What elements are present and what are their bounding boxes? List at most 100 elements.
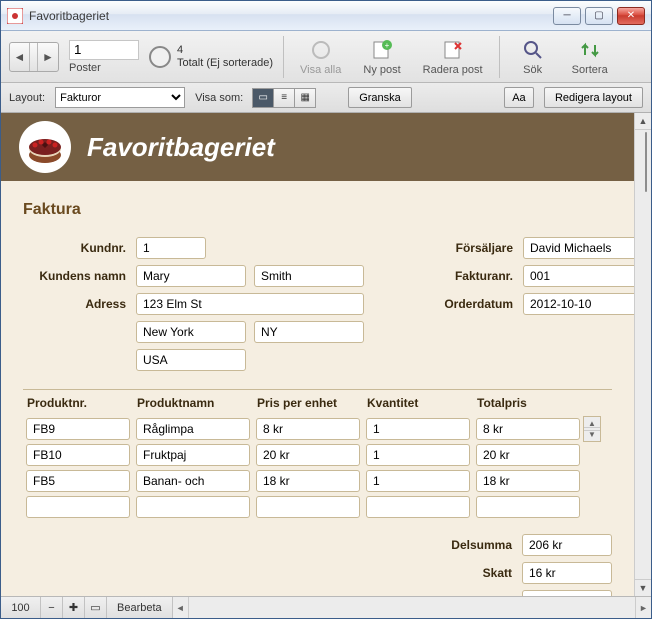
layout-bar: Layout: Fakturor Visa som: ▭ ≡ ▦ Granska…: [1, 83, 651, 113]
delete-record-icon: [441, 38, 465, 62]
delsumma-field[interactable]: [522, 534, 612, 556]
col-produktnr: Produktnr.: [23, 396, 133, 410]
delete-record-button[interactable]: Radera post: [417, 36, 489, 78]
cell-namn[interactable]: Råglimpa: [136, 418, 250, 440]
delsumma-label: Delsumma: [422, 538, 512, 552]
main-toolbar: ◄ ► Poster 4 Totalt (Ej sorterade) Visa …: [1, 31, 651, 83]
table-row: FB5 Banan- och 18 kr 1 18 kr: [23, 468, 612, 494]
fakturanr-label: Fakturanr.: [420, 269, 515, 283]
zoom-value[interactable]: 100: [1, 597, 41, 618]
forsaljare-field[interactable]: [523, 237, 634, 259]
forsaljare-label: Försäljare: [420, 241, 515, 255]
view-form-button[interactable]: ▭: [252, 88, 274, 108]
cell-kv[interactable]: [366, 496, 470, 518]
cell-pris[interactable]: 18 kr: [256, 470, 360, 492]
record-input[interactable]: [69, 40, 139, 60]
col-pris: Pris per enhet: [253, 396, 363, 410]
skatt-field[interactable]: [522, 562, 612, 584]
cell-nr[interactable]: FB10: [26, 444, 130, 466]
poster-label: Poster: [69, 62, 101, 74]
toolbar-separator: [283, 36, 284, 78]
state-field[interactable]: [254, 321, 364, 343]
record-nav: ◄ ►: [9, 42, 59, 72]
search-button[interactable]: Sök: [510, 36, 556, 78]
col-kvantitet: Kvantitet: [363, 396, 473, 410]
city-field[interactable]: [136, 321, 246, 343]
hscroll-left-icon[interactable]: ◄: [173, 597, 189, 618]
aa-button[interactable]: Aa: [504, 87, 534, 108]
kundens-namn-label: Kundens namn: [23, 269, 128, 283]
content-area: Favoritbageriet Faktura Kundnr. Försälja…: [1, 113, 651, 596]
cell-tot[interactable]: 18 kr: [476, 470, 580, 492]
cell-tot[interactable]: [476, 496, 580, 518]
record-total: 4 Totalt (Ej sorterade): [149, 44, 273, 70]
show-all-button[interactable]: Visa alla: [294, 36, 347, 78]
street-field[interactable]: [136, 293, 364, 315]
fakturanr-field[interactable]: [523, 265, 634, 287]
product-table: Produktnr. Produktnamn Pris per enhet Kv…: [23, 389, 612, 520]
skatt-label: Skatt: [422, 566, 512, 580]
portal-scrollbar[interactable]: ▲▼: [583, 416, 601, 442]
scroll-up-icon[interactable]: ▲: [635, 113, 651, 130]
prev-record-button[interactable]: ◄: [10, 43, 30, 71]
cell-kv[interactable]: 1: [366, 470, 470, 492]
preview-button[interactable]: Granska: [348, 87, 412, 108]
show-all-icon: [309, 38, 333, 62]
layout-select[interactable]: Fakturor: [55, 87, 185, 108]
total-label: Totalt (Ej sorterade): [177, 57, 273, 70]
adress-label: Adress: [23, 297, 128, 311]
zoom-in-button[interactable]: ✚: [63, 597, 85, 618]
kundnr-field[interactable]: [136, 237, 206, 259]
firstname-field[interactable]: [136, 265, 246, 287]
cell-pris[interactable]: 20 kr: [256, 444, 360, 466]
view-buttons: ▭ ≡ ▦: [253, 88, 316, 108]
cell-nr[interactable]: FB5: [26, 470, 130, 492]
page-title: Faktura: [23, 201, 612, 219]
cell-pris[interactable]: [256, 496, 360, 518]
cell-namn[interactable]: Fruktpaj: [136, 444, 250, 466]
cell-namn[interactable]: [136, 496, 250, 518]
table-row: [23, 494, 612, 520]
cell-pris[interactable]: 8 kr: [256, 418, 360, 440]
view-list-button[interactable]: ≡: [273, 88, 295, 108]
layout-label: Layout:: [9, 92, 45, 104]
cell-namn[interactable]: Banan- och: [136, 470, 250, 492]
edit-layout-button[interactable]: Redigera layout: [544, 87, 643, 108]
sort-button[interactable]: Sortera: [566, 36, 614, 78]
view-table-button[interactable]: ▦: [294, 88, 316, 108]
window-title: Favoritbageriet: [29, 9, 109, 23]
cell-kv[interactable]: 1: [366, 444, 470, 466]
col-totalpris: Totalpris: [473, 396, 583, 410]
scroll-thumb[interactable]: [645, 132, 647, 192]
horizontal-scrollbar[interactable]: ◄ ►: [173, 597, 651, 618]
sort-icon: [578, 38, 602, 62]
titlebar: Favoritbageriet ─ ▢ ✕: [1, 1, 651, 31]
cell-kv[interactable]: 1: [366, 418, 470, 440]
canvas: Favoritbageriet Faktura Kundnr. Försälja…: [1, 113, 634, 596]
new-record-button[interactable]: + Ny post: [357, 36, 406, 78]
mode-label[interactable]: Bearbeta: [107, 597, 173, 618]
lastname-field[interactable]: [254, 265, 364, 287]
record-counter: Poster: [69, 40, 139, 74]
hscroll-right-icon[interactable]: ►: [635, 597, 651, 618]
summa-label: Summa: [422, 594, 512, 596]
orderdatum-field[interactable]: [523, 293, 634, 315]
minimize-button[interactable]: ─: [553, 7, 581, 25]
summa-field[interactable]: [522, 590, 612, 596]
search-icon: [521, 38, 545, 62]
cell-nr[interactable]: [26, 496, 130, 518]
invoice-fields: Kundnr. Försäljare Kundens namn Fakturan…: [23, 237, 612, 371]
cell-tot[interactable]: 8 kr: [476, 418, 580, 440]
country-field[interactable]: [136, 349, 246, 371]
next-record-button[interactable]: ►: [38, 43, 58, 71]
maximize-button[interactable]: ▢: [585, 7, 613, 25]
toolbar-separator-2: [499, 36, 500, 78]
cell-nr[interactable]: FB9: [26, 418, 130, 440]
vertical-scrollbar[interactable]: ▲ ▼: [634, 113, 651, 596]
scroll-down-icon[interactable]: ▼: [635, 579, 651, 596]
orderdatum-label: Orderdatum: [420, 297, 515, 311]
close-button[interactable]: ✕: [617, 7, 645, 25]
zoom-fit-button[interactable]: ▭: [85, 597, 107, 618]
cell-tot[interactable]: 20 kr: [476, 444, 580, 466]
zoom-out-button[interactable]: −: [41, 597, 63, 618]
